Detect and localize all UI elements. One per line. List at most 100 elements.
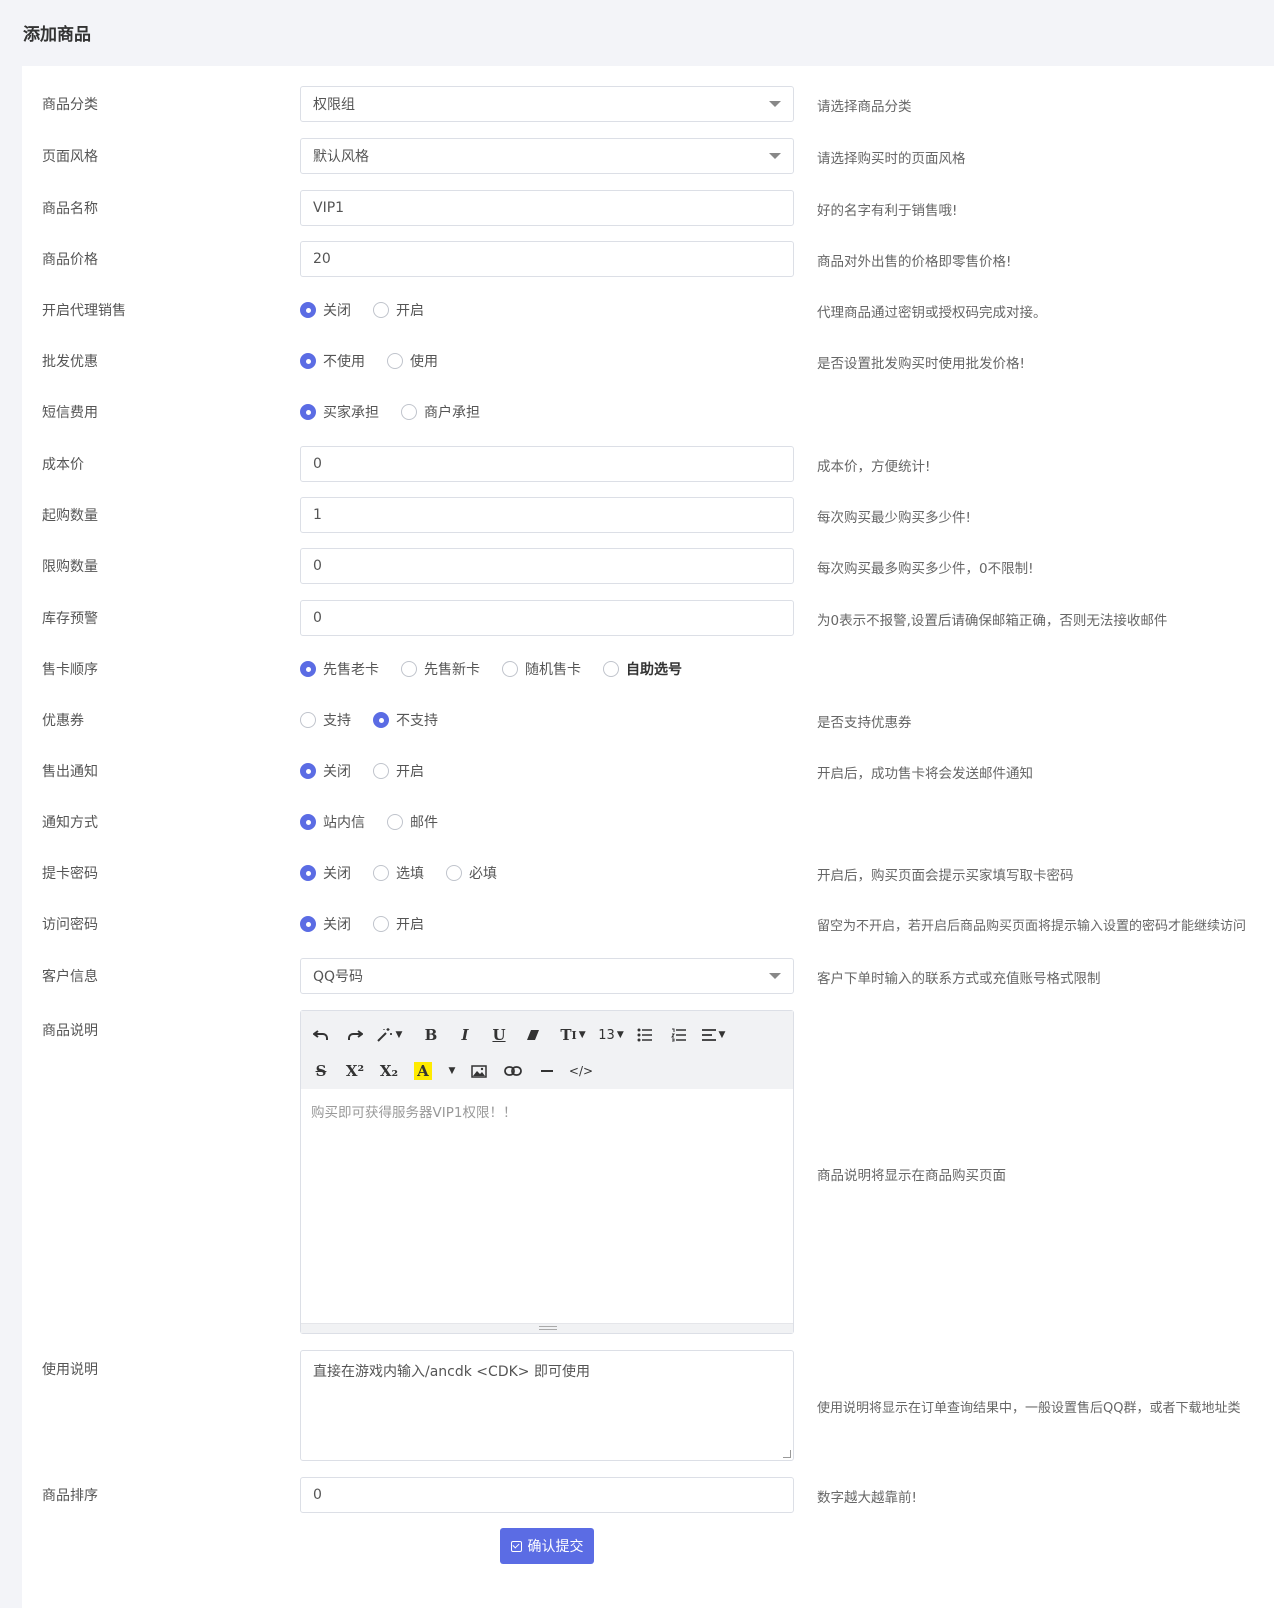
name-help: 好的名字有利于销售哦! bbox=[817, 203, 958, 219]
card-password-radio-off[interactable]: 关闭 bbox=[300, 863, 351, 883]
coupon-radio-support[interactable]: 支持 bbox=[300, 710, 351, 730]
editor-toolbar-row-1: ▼ B I U T I ▼ 13 ▼ ▼ bbox=[307, 1017, 787, 1053]
name-input[interactable]: VIP1 bbox=[300, 190, 794, 226]
ordered-list-icon[interactable] bbox=[665, 1020, 693, 1050]
color-caret-icon[interactable]: ▼ bbox=[443, 1056, 459, 1086]
radio-checked-icon bbox=[373, 712, 389, 728]
strikethrough-icon[interactable]: S bbox=[307, 1056, 335, 1086]
max-qty-input[interactable]: 0 bbox=[300, 548, 794, 584]
radio-checked-icon bbox=[300, 865, 316, 881]
visit-password-radio-group: 关闭 开启 bbox=[300, 914, 446, 934]
card-password-help: 开启后，购买页面会提示买家填写取卡密码 bbox=[817, 868, 1074, 884]
card-password-label: 提卡密码 bbox=[42, 866, 98, 882]
sale-notify-radio-on[interactable]: 开启 bbox=[373, 761, 424, 781]
agent-radio-group: 关闭 开启 bbox=[300, 300, 446, 320]
stock-alert-input[interactable]: 0 bbox=[300, 600, 794, 636]
stock-alert-value: 0 bbox=[313, 610, 322, 626]
font-color-icon[interactable]: A bbox=[409, 1056, 437, 1086]
card-password-radio-optional[interactable]: 选填 bbox=[373, 863, 424, 883]
unordered-list-icon[interactable] bbox=[631, 1020, 659, 1050]
card-password-radio-required[interactable]: 必填 bbox=[446, 863, 497, 883]
min-qty-input[interactable]: 1 bbox=[300, 497, 794, 533]
price-help: 商品对外出售的价格即零售价格! bbox=[817, 254, 1012, 270]
caret-down-icon: ▼ bbox=[395, 1030, 403, 1040]
sell-order-radio-old[interactable]: 先售老卡 bbox=[300, 659, 379, 679]
agent-radio-off[interactable]: 关闭 bbox=[300, 300, 351, 320]
card-password-radio-group: 关闭 选填 必填 bbox=[300, 863, 519, 883]
sort-input[interactable]: 0 bbox=[300, 1477, 794, 1513]
editor-toolbar-row-2: S X² X₂ A ▼ </> bbox=[307, 1053, 787, 1089]
sms-fee-radio-buyer[interactable]: 买家承担 bbox=[300, 402, 379, 422]
notify-method-radio-inbox[interactable]: 站内信 bbox=[300, 812, 365, 832]
usage-textarea[interactable]: 直接在游戏内输入/ancdk <CDK> 即可使用 bbox=[300, 1350, 794, 1461]
notify-method-radio-email[interactable]: 邮件 bbox=[387, 812, 438, 832]
sell-order-radio-new[interactable]: 先售新卡 bbox=[401, 659, 480, 679]
coupon-radio-nosupport[interactable]: 不支持 bbox=[373, 710, 438, 730]
visit-password-radio-on[interactable]: 开启 bbox=[373, 914, 424, 934]
editor-resize-bar[interactable] bbox=[301, 1323, 793, 1333]
wholesale-radio-group: 不使用 使用 bbox=[300, 351, 460, 371]
customer-info-select[interactable]: QQ号码 bbox=[300, 958, 794, 994]
align-icon[interactable]: ▼ bbox=[699, 1020, 727, 1050]
eraser-icon[interactable] bbox=[519, 1020, 547, 1050]
code-view-icon[interactable]: </> bbox=[567, 1056, 595, 1086]
image-icon[interactable] bbox=[465, 1056, 493, 1086]
check-square-icon bbox=[510, 1540, 522, 1552]
stock-alert-help: 为0表示不报警,设置后请确保邮箱正确，否则无法接收邮件 bbox=[817, 613, 1168, 629]
sell-order-radio-random[interactable]: 随机售卡 bbox=[502, 659, 581, 679]
wholesale-help: 是否设置批发购买时使用批发价格! bbox=[817, 356, 1025, 372]
usage-help: 使用说明将显示在订单查询结果中，一般设置售后QQ群，或者下载地址类 bbox=[817, 1401, 1241, 1416]
notify-method-radio-group: 站内信 邮件 bbox=[300, 812, 460, 832]
redo-icon[interactable] bbox=[341, 1020, 369, 1050]
max-qty-value: 0 bbox=[313, 558, 322, 574]
notify-method-label: 通知方式 bbox=[42, 815, 98, 831]
visit-password-radio-off[interactable]: 关闭 bbox=[300, 914, 351, 934]
sms-fee-radio-merchant[interactable]: 商户承担 bbox=[401, 402, 480, 422]
max-qty-label: 限购数量 bbox=[42, 559, 98, 575]
coupon-help: 是否支持优惠券 bbox=[817, 715, 912, 731]
agent-radio-on[interactable]: 开启 bbox=[373, 300, 424, 320]
radio-checked-icon bbox=[300, 302, 316, 318]
radio-unchecked-icon bbox=[373, 302, 389, 318]
customer-info-value: QQ号码 bbox=[313, 969, 364, 985]
sell-order-label: 售卡顺序 bbox=[42, 662, 98, 678]
superscript-icon[interactable]: X² bbox=[341, 1056, 369, 1086]
product-form: 商品分类 权限组 请选择商品分类 页面风格 默认风格 请选择购买时的页面风格 商… bbox=[22, 66, 1274, 1608]
resize-handle-icon[interactable] bbox=[783, 1450, 791, 1458]
description-placeholder: 购买即可获得服务器VIP1权限！！ bbox=[311, 1105, 517, 1121]
coupon-radio-group: 支持 不支持 bbox=[300, 710, 460, 730]
min-qty-help: 每次购买最少购买多少件! bbox=[817, 510, 971, 526]
radio-unchecked-icon bbox=[373, 763, 389, 779]
undo-icon[interactable] bbox=[307, 1020, 335, 1050]
bold-icon[interactable]: B bbox=[417, 1020, 445, 1050]
sms-fee-radio-group: 买家承担 商户承担 bbox=[300, 402, 502, 422]
description-editor-body[interactable]: 购买即可获得服务器VIP1权限！！ bbox=[301, 1089, 793, 1133]
chevron-down-icon bbox=[769, 153, 781, 159]
wholesale-radio-no[interactable]: 不使用 bbox=[300, 351, 365, 371]
price-input[interactable]: 20 bbox=[300, 241, 794, 277]
italic-icon[interactable]: I bbox=[451, 1020, 479, 1050]
sale-notify-radio-off[interactable]: 关闭 bbox=[300, 761, 351, 781]
style-value: 默认风格 bbox=[313, 149, 369, 165]
submit-button[interactable]: 确认提交 bbox=[500, 1528, 594, 1564]
sale-notify-help: 开启后，成功售卡将会发送邮件通知 bbox=[817, 766, 1033, 782]
radio-checked-icon bbox=[300, 763, 316, 779]
subscript-icon[interactable]: X₂ bbox=[375, 1056, 403, 1086]
text-format-icon[interactable]: T I ▼ bbox=[559, 1020, 587, 1050]
category-help: 请选择商品分类 bbox=[817, 99, 912, 115]
name-label: 商品名称 bbox=[42, 201, 98, 217]
style-select[interactable]: 默认风格 bbox=[300, 138, 794, 174]
cost-input[interactable]: 0 bbox=[300, 446, 794, 482]
sell-order-radio-group: 先售老卡 先售新卡 随机售卡 自助选号 bbox=[300, 659, 704, 679]
category-select[interactable]: 权限组 bbox=[300, 86, 794, 122]
sell-order-radio-self[interactable]: 自助选号 bbox=[603, 659, 682, 679]
category-label: 商品分类 bbox=[42, 97, 98, 113]
radio-unchecked-icon bbox=[300, 712, 316, 728]
underline-icon[interactable]: U bbox=[485, 1020, 513, 1050]
horizontal-rule-icon[interactable] bbox=[533, 1056, 561, 1086]
magic-wand-icon[interactable]: ▼ bbox=[375, 1020, 403, 1050]
font-size-dropdown[interactable]: 13 ▼ bbox=[597, 1020, 625, 1050]
radio-unchecked-icon bbox=[373, 916, 389, 932]
link-icon[interactable] bbox=[499, 1056, 527, 1086]
wholesale-radio-yes[interactable]: 使用 bbox=[387, 351, 438, 371]
